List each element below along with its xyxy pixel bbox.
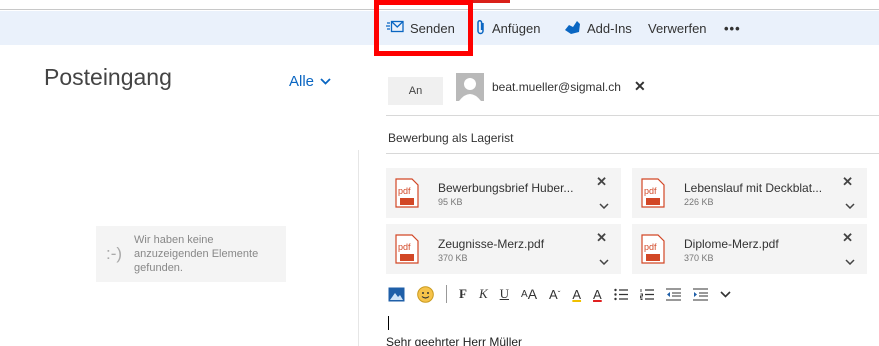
addins-icon (564, 19, 581, 38)
highlight-button[interactable]: A (572, 287, 581, 302)
chevron-down-icon[interactable] (599, 252, 609, 270)
remove-attachment-icon[interactable]: ✕ (842, 174, 853, 190)
font-color-button[interactable]: A (593, 287, 602, 302)
svg-text:pdf: pdf (644, 186, 657, 196)
chevron-down-icon[interactable] (845, 196, 855, 214)
attachment-name: Lebenslauf mit Deckblat... (684, 181, 823, 195)
divider-line (386, 115, 879, 116)
remove-attachment-icon[interactable]: ✕ (842, 230, 853, 246)
folder-title: Posteingang (44, 64, 172, 90)
recipient-address[interactable]: beat.mueller@sigmal.ch (492, 80, 621, 94)
more-options-button[interactable]: ••• (724, 11, 741, 45)
numbered-list-icon[interactable] (639, 288, 654, 301)
send-highlight-frame (374, 0, 473, 56)
italic-button[interactable]: K (479, 286, 488, 302)
smiley-icon: :-) (106, 244, 123, 263)
addins-label: Add-Ins (587, 20, 632, 36)
pane-divider (358, 150, 359, 346)
addins-button[interactable]: Add-Ins (564, 11, 632, 45)
grow-font-small: A (521, 288, 528, 300)
attachment-card[interactable]: pdf Bewerbungsbrief Huber... 95 KB ✕ (386, 168, 621, 218)
formatting-toolbar: F K U AA Aˇ A A (388, 284, 743, 304)
attachment-name: Zeugnisse-Merz.pdf (438, 237, 545, 251)
decrease-indent-icon[interactable] (665, 287, 681, 301)
bold-button[interactable]: F (459, 286, 467, 302)
toolbar-separator (446, 285, 447, 303)
pdf-file-icon: pdf (392, 234, 422, 269)
filter-dropdown[interactable]: Alle (289, 73, 331, 90)
text-cursor (388, 316, 389, 330)
emoji-icon[interactable] (417, 285, 434, 303)
svg-text:pdf: pdf (644, 242, 657, 252)
divider-line (386, 153, 879, 154)
empty-message: Wir haben keine anzuzeigenden Elemente g… (134, 234, 259, 274)
attach-button[interactable]: Anfügen (476, 11, 540, 45)
caret-icon: ˇ (557, 289, 561, 299)
more-formatting-chevron-icon[interactable] (720, 290, 731, 298)
shrink-font-label: A (549, 286, 558, 302)
increase-indent-icon[interactable] (692, 287, 708, 301)
underline-button[interactable]: U (500, 286, 509, 302)
discard-label: Verwerfen (648, 20, 707, 36)
attach-label: Anfügen (492, 20, 541, 36)
remove-attachment-icon[interactable]: ✕ (596, 230, 607, 246)
empty-state: :-) Wir haben keine anzuzeigenden Elemen… (96, 226, 286, 282)
more-icon: ••• (724, 20, 741, 36)
discard-button[interactable]: Verwerfen (648, 11, 707, 45)
avatar (456, 73, 484, 101)
chevron-down-icon[interactable] (845, 252, 855, 270)
shrink-font-button[interactable]: Aˇ (549, 287, 560, 302)
to-button[interactable]: An (388, 77, 443, 105)
grow-font-button[interactable]: AA (521, 286, 537, 302)
attachment-size: 370 KB (684, 253, 714, 263)
filter-label: Alle (289, 73, 315, 90)
attachment-card[interactable]: pdf Zeugnisse-Merz.pdf 370 KB ✕ (386, 224, 621, 274)
remove-recipient-icon[interactable]: ✕ (634, 78, 646, 95)
chevron-down-icon[interactable] (599, 196, 609, 214)
attachment-size: 226 KB (684, 197, 714, 207)
chevron-down-icon (320, 78, 331, 85)
remove-attachment-icon[interactable]: ✕ (596, 174, 607, 190)
insert-picture-icon[interactable] (388, 287, 405, 302)
message-body[interactable]: Sehr geehrter Herr Müller (386, 335, 522, 346)
svg-text:pdf: pdf (398, 242, 411, 252)
pdf-file-icon: pdf (392, 178, 422, 213)
paperclip-icon (476, 19, 486, 38)
pdf-file-icon: pdf (638, 178, 668, 213)
attachment-name: Bewerbungsbrief Huber... (438, 181, 574, 195)
pdf-file-icon: pdf (638, 234, 668, 269)
attachment-size: 370 KB (438, 253, 468, 263)
attachment-name: Diplome-Merz.pdf (684, 237, 779, 251)
attachment-size: 95 KB (438, 197, 463, 207)
bullet-list-icon[interactable] (614, 288, 628, 301)
subject-field[interactable]: Bewerbung als Lagerist (388, 131, 513, 145)
svg-text:pdf: pdf (398, 186, 411, 196)
attachment-card[interactable]: pdf Lebenslauf mit Deckblat... 226 KB ✕ (632, 168, 867, 218)
attachment-card[interactable]: pdf Diplome-Merz.pdf 370 KB ✕ (632, 224, 867, 274)
grow-font-large: A (527, 286, 538, 302)
